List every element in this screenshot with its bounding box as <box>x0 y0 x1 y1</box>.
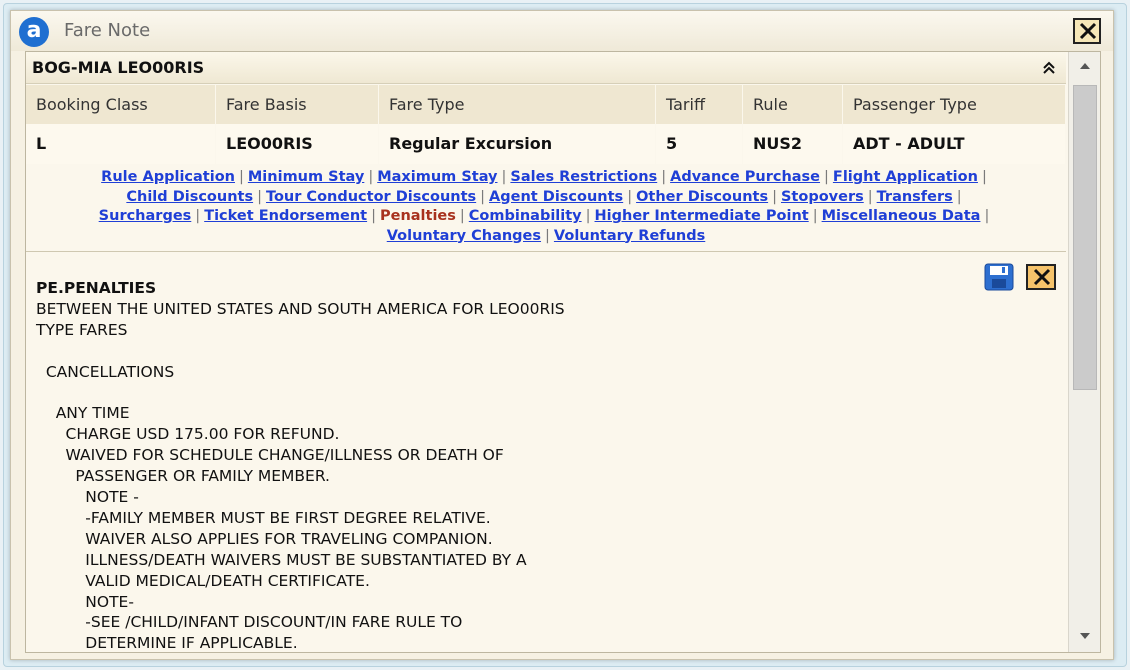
rule-link-combinability[interactable]: Combinability <box>469 208 582 224</box>
rule-text-line: ANY TIME <box>36 404 130 423</box>
column-header: Rule <box>743 85 843 124</box>
fare-table: Booking Class Fare Basis Fare Type Tarif… <box>26 85 1066 164</box>
link-separator: | <box>371 208 376 224</box>
rule-link-child-discounts[interactable]: Child Discounts <box>126 189 253 205</box>
rule-link-higher-intermediate-point[interactable]: Higher Intermediate Point <box>595 208 809 224</box>
route-title: BOG-MIA LEO00RIS <box>32 58 205 77</box>
rule-category-links: Rule Application | Minimum Stay | Maximum St… <box>26 164 1066 252</box>
link-separator: | <box>501 169 507 185</box>
close-icon <box>1033 268 1051 286</box>
link-separator: | <box>981 169 987 185</box>
link-separator: | <box>661 169 667 185</box>
rule-text-line: NOTE- <box>36 592 134 611</box>
link-separator: | <box>545 227 550 244</box>
close-dialog-button[interactable] <box>1073 18 1101 44</box>
scroll-thumb[interactable] <box>1073 85 1097 390</box>
rule-text-line: NOTE - <box>36 488 139 507</box>
link-separator: | <box>585 208 591 224</box>
rule-link-maximum-stay[interactable]: Maximum Stay <box>377 169 497 185</box>
rule-text-line: TYPE FARES <box>36 320 128 339</box>
fare-basis-value: LEO00RIS <box>216 124 379 164</box>
fare-type-value: Regular Excursion <box>379 124 656 164</box>
fare-panel: BOG-MIA LEO00RIS Booking Class Fare Basi… <box>25 51 1101 653</box>
rule-link-agent-discounts[interactable]: Agent Discounts <box>489 189 623 205</box>
rule-text-line: -SEE /CHILD/INFANT DISCOUNT/IN FARE RULE… <box>36 613 463 632</box>
rule-text-line: PASSENGER OR FAMILY MEMBER. <box>36 467 330 486</box>
link-separator: | <box>257 188 262 205</box>
rule-link-transfers[interactable]: Transfers <box>877 189 953 205</box>
link-separator: | <box>812 208 818 224</box>
rule-link-penalties[interactable]: Penalties <box>380 208 456 224</box>
save-icon[interactable] <box>984 263 1014 291</box>
rule-text-line <box>36 383 565 404</box>
rule-link-surcharges[interactable]: Surcharges <box>99 208 192 224</box>
rule-text-line: CANCELLATIONS <box>36 362 175 381</box>
scroll-down-icon[interactable] <box>1076 628 1094 644</box>
rule-text-lines: BETWEEN THE UNITED STATES AND SOUTH AMER… <box>36 299 565 653</box>
column-header: Fare Type <box>379 85 656 124</box>
close-icon <box>1079 22 1097 40</box>
rule-text: PE.PENALTIES BETWEEN THE UNITED STATES AN… <box>36 278 565 653</box>
vertical-scrollbar[interactable] <box>1068 52 1100 652</box>
link-separator: | <box>956 188 962 205</box>
rule-text-line: WAIVED FOR SCHEDULE CHANGE/ILLNESS OR DE… <box>36 446 504 465</box>
rule-text-line <box>36 341 565 362</box>
rule-link-minimum-stay[interactable]: Minimum Stay <box>248 169 364 185</box>
passenger-type-value: ADT - ADULT <box>843 124 1066 164</box>
fare-table-header: Booking Class Fare Basis Fare Type Tarif… <box>26 85 1066 124</box>
column-header: Tariff <box>656 85 743 124</box>
link-separator: | <box>824 169 829 185</box>
rule-text-line: -FAMILY MEMBER MUST BE FIRST DEGREE RELA… <box>36 508 491 527</box>
link-separator: | <box>368 169 374 185</box>
link-separator: | <box>867 188 873 205</box>
rule-link-other-discounts[interactable]: Other Discounts <box>636 189 768 205</box>
rule-text-line: CHARGE USD 175.00 FOR REFUND. <box>36 425 340 444</box>
scroll-up-icon[interactable] <box>1076 58 1094 74</box>
rule-link-ticket-endorsement[interactable]: Ticket Endorsement <box>204 208 367 224</box>
collapse-icon[interactable] <box>1042 61 1056 75</box>
fare-note-dialog: a Fare Note BOG-MIA LEO00RIS Booking Cla… <box>10 10 1114 660</box>
rule-link-stopovers[interactable]: Stopovers <box>781 189 864 205</box>
rule-link-flight-application[interactable]: Flight Application <box>833 169 978 185</box>
link-separator: | <box>459 208 465 224</box>
rule-link-tour-conductor-discounts[interactable]: Tour Conductor Discounts <box>266 189 476 205</box>
column-header: Passenger Type <box>843 85 1066 124</box>
rule-text-line: WAIVER ALSO APPLIES FOR TRAVELING COMPAN… <box>36 529 493 548</box>
rule-link-rule-application[interactable]: Rule Application <box>101 169 235 185</box>
rule-link-sales-restrictions[interactable]: Sales Restrictions <box>510 169 657 185</box>
rule-link-voluntary-changes[interactable]: Voluntary Changes <box>387 228 541 244</box>
rule-link-voluntary-refunds[interactable]: Voluntary Refunds <box>554 228 705 244</box>
link-separator: | <box>480 188 486 205</box>
column-header: Fare Basis <box>216 85 379 124</box>
rule-value: NUS2 <box>743 124 843 164</box>
dialog-title: Fare Note <box>64 20 151 41</box>
link-separator: | <box>772 188 777 205</box>
close-rule-text-button[interactable] <box>1026 264 1056 290</box>
column-header: Booking Class <box>26 85 216 124</box>
rule-text-line: ILLNESS/DEATH WAIVERS MUST BE SUBSTANTIA… <box>36 550 527 569</box>
route-header: BOG-MIA LEO00RIS <box>26 52 1066 84</box>
rule-link-miscellaneous-data[interactable]: Miscellaneous Data <box>822 208 981 224</box>
app-logo-icon: a <box>19 17 49 47</box>
rule-text-line: DETERMINE IF APPLICABLE. <box>36 634 298 653</box>
title-bar[interactable]: a Fare Note <box>11 11 1113 51</box>
link-separator: | <box>238 169 244 185</box>
fare-table-row: L LEO00RIS Regular Excursion 5 NUS2 ADT … <box>26 124 1066 164</box>
rule-text-line: BETWEEN THE UNITED STATES AND SOUTH AMER… <box>36 299 565 318</box>
link-separator: | <box>984 208 990 224</box>
rule-text-line: VALID MEDICAL/DEATH CERTIFICATE. <box>36 571 370 590</box>
section-title: PE.PENALTIES <box>36 279 157 297</box>
booking-class-value: L <box>26 124 216 164</box>
link-separator: | <box>195 208 201 224</box>
link-separator: | <box>627 188 633 205</box>
rule-link-advance-purchase[interactable]: Advance Purchase <box>670 169 820 185</box>
rule-text-area: PE.PENALTIES BETWEEN THE UNITED STATES AN… <box>26 253 1066 653</box>
tariff-value: 5 <box>656 124 743 164</box>
